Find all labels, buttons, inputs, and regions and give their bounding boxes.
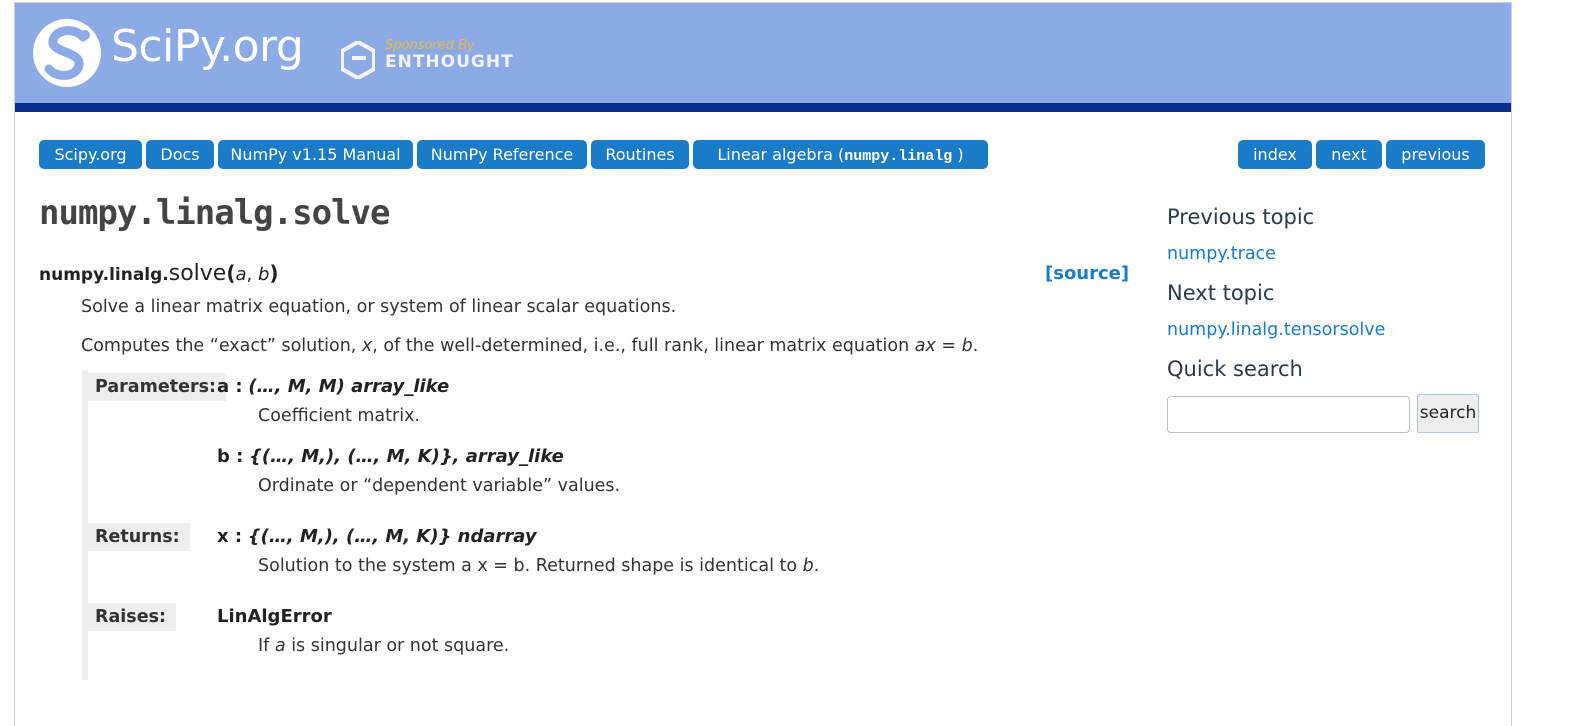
param-b-type: {(…, M,), (…, M, K)}, array_like [249, 446, 564, 467]
extended-text-1: Computes the “exact” solution, [81, 336, 362, 356]
signature-separator: , [246, 264, 258, 285]
param-b-term: b : {(…, M,), (…, M, K)}, array_like [217, 446, 564, 467]
parameters-label: Parameters: [88, 373, 226, 401]
param-a-type: (…, M, M) array_like [248, 376, 450, 397]
signature-module-prefix: numpy.linalg. [39, 265, 169, 285]
nav-index-button[interactable]: index [1238, 140, 1312, 169]
breadcrumb-linear-algebra[interactable]: Linear algebra (numpy.linalg ) [693, 140, 988, 169]
sponsor-name: ENTHOUGHT [385, 52, 514, 72]
return-x-desc-var: b [802, 556, 814, 576]
site-logo-text[interactable]: SciPy.org [111, 21, 304, 72]
raise-description: If a is singular or not square. [258, 636, 509, 656]
breadcrumb-linear-algebra-label: Linear algebra ( [717, 145, 845, 164]
returns-label: Returns: [88, 523, 190, 551]
param-b-name: b : [217, 446, 244, 467]
breadcrumb-linear-algebra-suffix: ) [952, 145, 964, 164]
raise-name: LinAlgError [217, 606, 332, 627]
breadcrumb-linear-algebra-code: numpy.linalg [844, 148, 953, 165]
page-container: SciPy.org Sponsored By ENTHOUGHT Scipy.o… [14, 2, 1512, 726]
return-x-desc-text: Solution to the system a x = b. Returned… [258, 556, 803, 576]
page-title: numpy.linalg.solve [39, 193, 390, 233]
param-a-name: a : [217, 376, 243, 397]
function-signature: numpy.linalg.solve(a, b) [39, 261, 279, 286]
raises-label: Raises: [88, 603, 176, 631]
search-input[interactable] [1167, 396, 1410, 433]
next-topic-heading: Next topic [1167, 281, 1275, 305]
navigation-bar: Scipy.org Docs NumPy v1.15 Manual NumPy … [39, 140, 1486, 170]
raise-desc-var: a [274, 636, 286, 656]
extended-text-3: . [972, 336, 979, 356]
breadcrumb-numpy-reference[interactable]: NumPy Reference [417, 140, 587, 169]
breadcrumb-routines[interactable]: Routines [591, 140, 689, 169]
return-x-desc-end: . [813, 556, 820, 576]
site-header: SciPy.org Sponsored By ENTHOUGHT [15, 3, 1511, 103]
breadcrumb-scipy-org[interactable]: Scipy.org [39, 140, 142, 169]
extended-equation: ax = b [914, 336, 973, 356]
header-divider [15, 103, 1511, 112]
signature-arg-a: a [235, 264, 247, 285]
signature-close-paren: ) [269, 261, 279, 285]
next-topic-link[interactable]: numpy.linalg.tensorsolve [1167, 320, 1385, 340]
nav-next-button[interactable]: next [1316, 140, 1382, 169]
source-link[interactable]: [source] [1045, 263, 1129, 284]
signature-arg-b: b [257, 264, 270, 285]
previous-topic-link[interactable]: numpy.trace [1167, 244, 1276, 264]
function-extended-description: Computes the “exact” solution, x, of the… [81, 336, 978, 356]
extended-text-2: , of the well-determined, i.e., full ran… [372, 336, 915, 356]
return-x-type: {(…, M,), (…, M, K)} ndarray [247, 526, 537, 547]
return-x-name: x : [217, 526, 243, 547]
breadcrumb-docs[interactable]: Docs [146, 140, 214, 169]
sponsor-block[interactable]: Sponsored By ENTHOUGHT [341, 37, 531, 81]
enthought-logo-icon [341, 41, 375, 79]
search-button[interactable]: search [1417, 394, 1479, 433]
signature-function-name: solve [168, 261, 227, 286]
return-x-term: x : {(…, M,), (…, M, K)} ndarray [217, 526, 537, 547]
raise-desc-end: is singular or not square. [285, 636, 510, 656]
nav-previous-button[interactable]: previous [1386, 140, 1485, 169]
raise-desc-start: If [258, 636, 275, 656]
param-a-description: Coefficient matrix. [258, 406, 420, 426]
sponsor-label: Sponsored By [385, 38, 475, 53]
breadcrumb-numpy-manual[interactable]: NumPy v1.15 Manual [218, 140, 413, 169]
raise-term: LinAlgError [217, 606, 332, 627]
function-summary: Solve a linear matrix equation, or syste… [81, 297, 677, 317]
scipy-logo-icon[interactable] [31, 17, 103, 89]
param-a-term: a : (…, M, M) array_like [217, 376, 449, 397]
return-x-description: Solution to the system a x = b. Returned… [258, 556, 819, 576]
extended-var-x: x [361, 336, 373, 356]
previous-topic-heading: Previous topic [1167, 205, 1315, 229]
quick-search-heading: Quick search [1167, 357, 1303, 381]
param-b-description: Ordinate or “dependent variable” values. [258, 476, 621, 496]
field-list: Parameters: a : (…, M, M) array_like Coe… [82, 370, 819, 680]
